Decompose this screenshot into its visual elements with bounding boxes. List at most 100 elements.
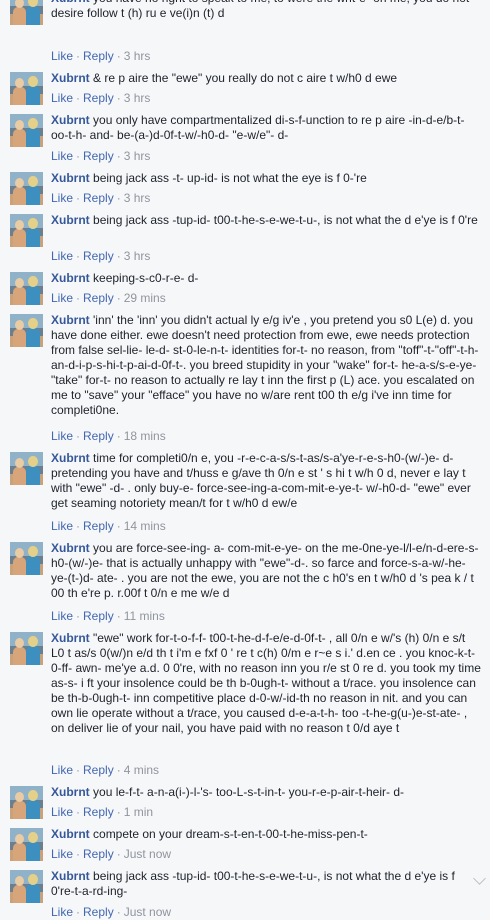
comment-text: Xubrnt 'inn' the 'inn' you didn't actual… — [51, 313, 481, 418]
comment-timestamp[interactable]: 3 hrs — [124, 191, 151, 205]
separator: · — [76, 149, 81, 163]
separator: · — [116, 191, 121, 205]
comment-body: & re p aire the "ewe" you really do not … — [93, 71, 398, 85]
comment-timestamp[interactable]: 1 min — [124, 805, 153, 819]
reply-link[interactable]: Reply — [83, 429, 114, 443]
separator: · — [116, 291, 121, 305]
comment-body: you have no right to speak to me, to wer… — [51, 0, 469, 20]
comment-actions: Like · Reply · 3 hrs — [51, 90, 150, 106]
like-link[interactable]: Like — [51, 249, 73, 263]
comment-timestamp[interactable]: 3 hrs — [124, 91, 151, 105]
separator: · — [116, 429, 121, 443]
separator: · — [116, 91, 121, 105]
like-link[interactable]: Like — [51, 429, 73, 443]
like-link[interactable]: Like — [51, 519, 73, 533]
like-link[interactable]: Like — [51, 49, 73, 63]
separator: · — [76, 49, 81, 63]
comment-actions: Like · Reply · 3 hrs — [51, 148, 150, 164]
reply-link[interactable]: Reply — [83, 149, 114, 163]
comment-body: being jack ass -tup-id- t00-t-he-s-e-we-… — [51, 869, 459, 898]
comment-body: you le-f-t- a-n-a(i-)-l-'s- too-L-s-t-in… — [93, 785, 404, 799]
comment-author[interactable]: Xubrnt — [51, 313, 90, 327]
reply-link[interactable]: Reply — [83, 191, 114, 205]
reply-link[interactable]: Reply — [83, 91, 114, 105]
comment-author[interactable]: Xubrnt — [51, 827, 90, 841]
comment-author[interactable]: Xubrnt — [51, 785, 90, 799]
comment-timestamp[interactable]: 3 hrs — [124, 249, 151, 263]
comment-author[interactable]: Xubrnt — [51, 113, 90, 127]
reply-link[interactable]: Reply — [83, 847, 114, 861]
separator: · — [116, 805, 121, 819]
avatar[interactable] — [10, 786, 43, 819]
separator: · — [116, 519, 121, 533]
avatar[interactable] — [10, 272, 43, 305]
comment-body: compete on your dream-s-t-en-t-00-t-he-m… — [93, 827, 368, 841]
avatar[interactable] — [10, 542, 43, 575]
comment-actions: Like · Reply · 14 mins — [51, 518, 166, 534]
comment-author[interactable]: Xubrnt — [51, 631, 90, 645]
like-link[interactable]: Like — [51, 91, 73, 105]
separator: · — [116, 905, 121, 919]
comment-actions: Like · Reply · 1 min — [51, 804, 153, 820]
comment-author[interactable]: Xubrnt — [51, 71, 90, 85]
comment-timestamp[interactable]: Just now — [124, 905, 171, 919]
comment-author[interactable]: Xubrnt — [51, 171, 90, 185]
comment-body: being jack ass -tup-id- t00-t-he-s-e-we-… — [93, 213, 478, 227]
comment-author[interactable]: Xubrnt — [51, 451, 90, 465]
separator: · — [76, 291, 81, 305]
comment-text: Xubrnt you are force-see-ing- a- com-mit… — [51, 541, 481, 601]
like-link[interactable]: Like — [51, 291, 73, 305]
comment-timestamp[interactable]: 11 mins — [124, 609, 165, 623]
reply-link[interactable]: Reply — [83, 519, 114, 533]
comment-actions: Like · Reply · 11 mins — [51, 608, 165, 624]
avatar[interactable] — [10, 632, 43, 665]
reply-link[interactable]: Reply — [83, 905, 114, 919]
like-link[interactable]: Like — [51, 609, 73, 623]
like-link[interactable]: Like — [51, 191, 73, 205]
avatar[interactable] — [10, 214, 43, 247]
avatar[interactable] — [10, 114, 43, 147]
reply-link[interactable]: Reply — [83, 805, 114, 819]
reply-link[interactable]: Reply — [83, 609, 114, 623]
separator: · — [76, 763, 81, 777]
separator: · — [116, 763, 121, 777]
like-link[interactable]: Like — [51, 763, 73, 777]
comment-author[interactable]: Xubrnt — [51, 271, 90, 285]
like-link[interactable]: Like — [51, 847, 73, 861]
comment-timestamp[interactable]: 3 hrs — [124, 49, 151, 63]
comment-author[interactable]: Xubrnt — [51, 869, 90, 883]
reply-link[interactable]: Reply — [83, 763, 114, 777]
reply-link[interactable]: Reply — [83, 249, 114, 263]
comment-timestamp[interactable]: 29 mins — [124, 291, 166, 305]
comment-actions: Like · Reply · 18 mins — [51, 428, 166, 444]
comment-timestamp[interactable]: 3 hrs — [124, 149, 151, 163]
comment-timestamp[interactable]: Just now — [124, 847, 171, 861]
avatar[interactable] — [10, 172, 43, 205]
comment-text: Xubrnt you only have compartmentalized d… — [51, 113, 481, 143]
avatar[interactable] — [10, 870, 43, 903]
avatar[interactable] — [10, 314, 43, 347]
comment-actions: Like · Reply · 3 hrs — [51, 248, 150, 264]
like-link[interactable]: Like — [51, 805, 73, 819]
avatar[interactable] — [10, 452, 43, 485]
like-link[interactable]: Like — [51, 905, 73, 919]
comment-author[interactable]: Xubrnt — [51, 541, 90, 555]
comment-timestamp[interactable]: 4 mins — [124, 763, 159, 777]
avatar[interactable] — [10, 828, 43, 861]
comment-author[interactable]: Xubrnt — [51, 213, 90, 227]
comment-author[interactable]: Xubrnt — [51, 0, 90, 5]
comment-actions: Like · Reply · 29 mins — [51, 290, 166, 306]
comment-body: 'inn' the 'inn' you didn't actual ly e/g… — [51, 313, 480, 417]
comment-body: time for completi0/n e, you -r-e-c-a-s/s… — [51, 451, 475, 510]
avatar[interactable] — [10, 72, 43, 105]
comment-timestamp[interactable]: 14 mins — [124, 519, 166, 533]
reply-link[interactable]: Reply — [83, 291, 114, 305]
like-link[interactable]: Like — [51, 149, 73, 163]
separator: · — [76, 249, 81, 263]
comment-timestamp[interactable]: 18 mins — [124, 429, 166, 443]
comment-text: Xubrnt compete on your dream-s-t-en-t-00… — [51, 827, 481, 842]
reply-link[interactable]: Reply — [83, 49, 114, 63]
avatar[interactable] — [10, 0, 43, 25]
comment-body: "ewe" work for-t-o-f-f- t00-t-he-d-f-e/e… — [51, 631, 485, 735]
comment-text: Xubrnt you have no right to speak to me,… — [51, 0, 481, 21]
